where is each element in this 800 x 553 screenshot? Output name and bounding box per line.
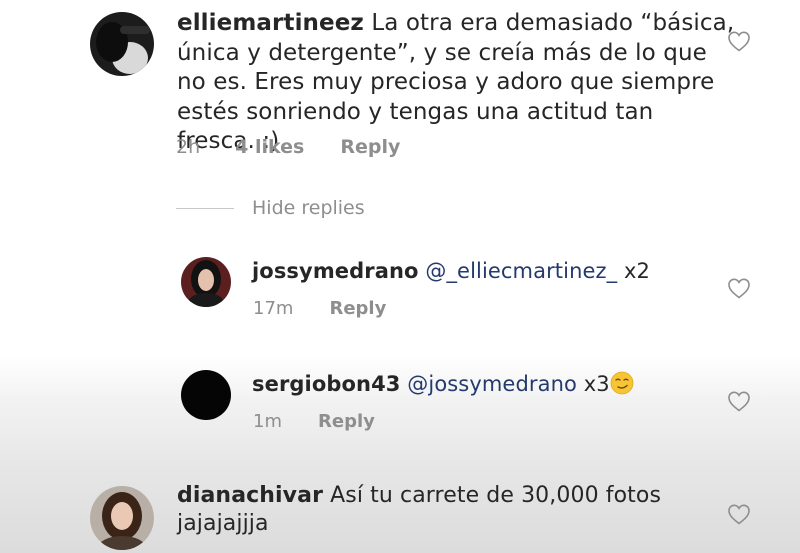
comment-text: elliemartineez La otra era demasiado “bá… [177, 9, 737, 157]
reply-button[interactable]: Reply [329, 298, 386, 319]
reply-meta: 17m Reply [253, 298, 386, 319]
comment-username[interactable]: elliemartineez [177, 10, 364, 36]
reply-button[interactable]: Reply [318, 411, 375, 432]
comment-meta: 2h 4 likes Reply [176, 136, 400, 158]
reply-body: x3 [583, 372, 610, 396]
reply-body: x2 [624, 259, 651, 283]
comment-text: dianachivar Así tu carrete de 30,000 fot… [177, 482, 717, 538]
reply-button[interactable]: Reply [340, 136, 400, 158]
reply-username[interactable]: sergiobon43 [252, 372, 401, 396]
reply-timestamp: 1m [253, 411, 282, 432]
hide-replies-label: Hide replies [252, 197, 365, 219]
avatar[interactable] [90, 486, 154, 550]
reply-timestamp: 17m [253, 298, 294, 319]
mention-link[interactable]: @jossymedrano [407, 372, 577, 396]
avatar[interactable] [181, 257, 231, 307]
heart-outline-icon[interactable] [727, 30, 751, 52]
comment-username[interactable]: dianachivar [177, 483, 323, 508]
hide-replies-button[interactable]: Hide replies [176, 197, 365, 219]
smirking-face-emoji [610, 371, 634, 395]
heart-outline-icon[interactable] [727, 503, 751, 525]
reply-text: sergiobon43 @jossymedrano x3 [252, 370, 634, 399]
heart-outline-icon[interactable] [727, 277, 751, 299]
reply-text: jossymedrano @_elliecmartinez_ x2 [252, 257, 650, 286]
mention-link[interactable]: @_elliecmartinez_ [425, 259, 617, 283]
reply-username[interactable]: jossymedrano [252, 259, 419, 283]
likes-count[interactable]: 4 likes [235, 136, 304, 158]
avatar[interactable] [181, 370, 231, 420]
heart-outline-icon[interactable] [727, 390, 751, 412]
reply-meta: 1m Reply [253, 411, 375, 432]
comment-timestamp: 2h [176, 136, 201, 158]
avatar[interactable] [90, 12, 154, 76]
divider [176, 207, 234, 209]
